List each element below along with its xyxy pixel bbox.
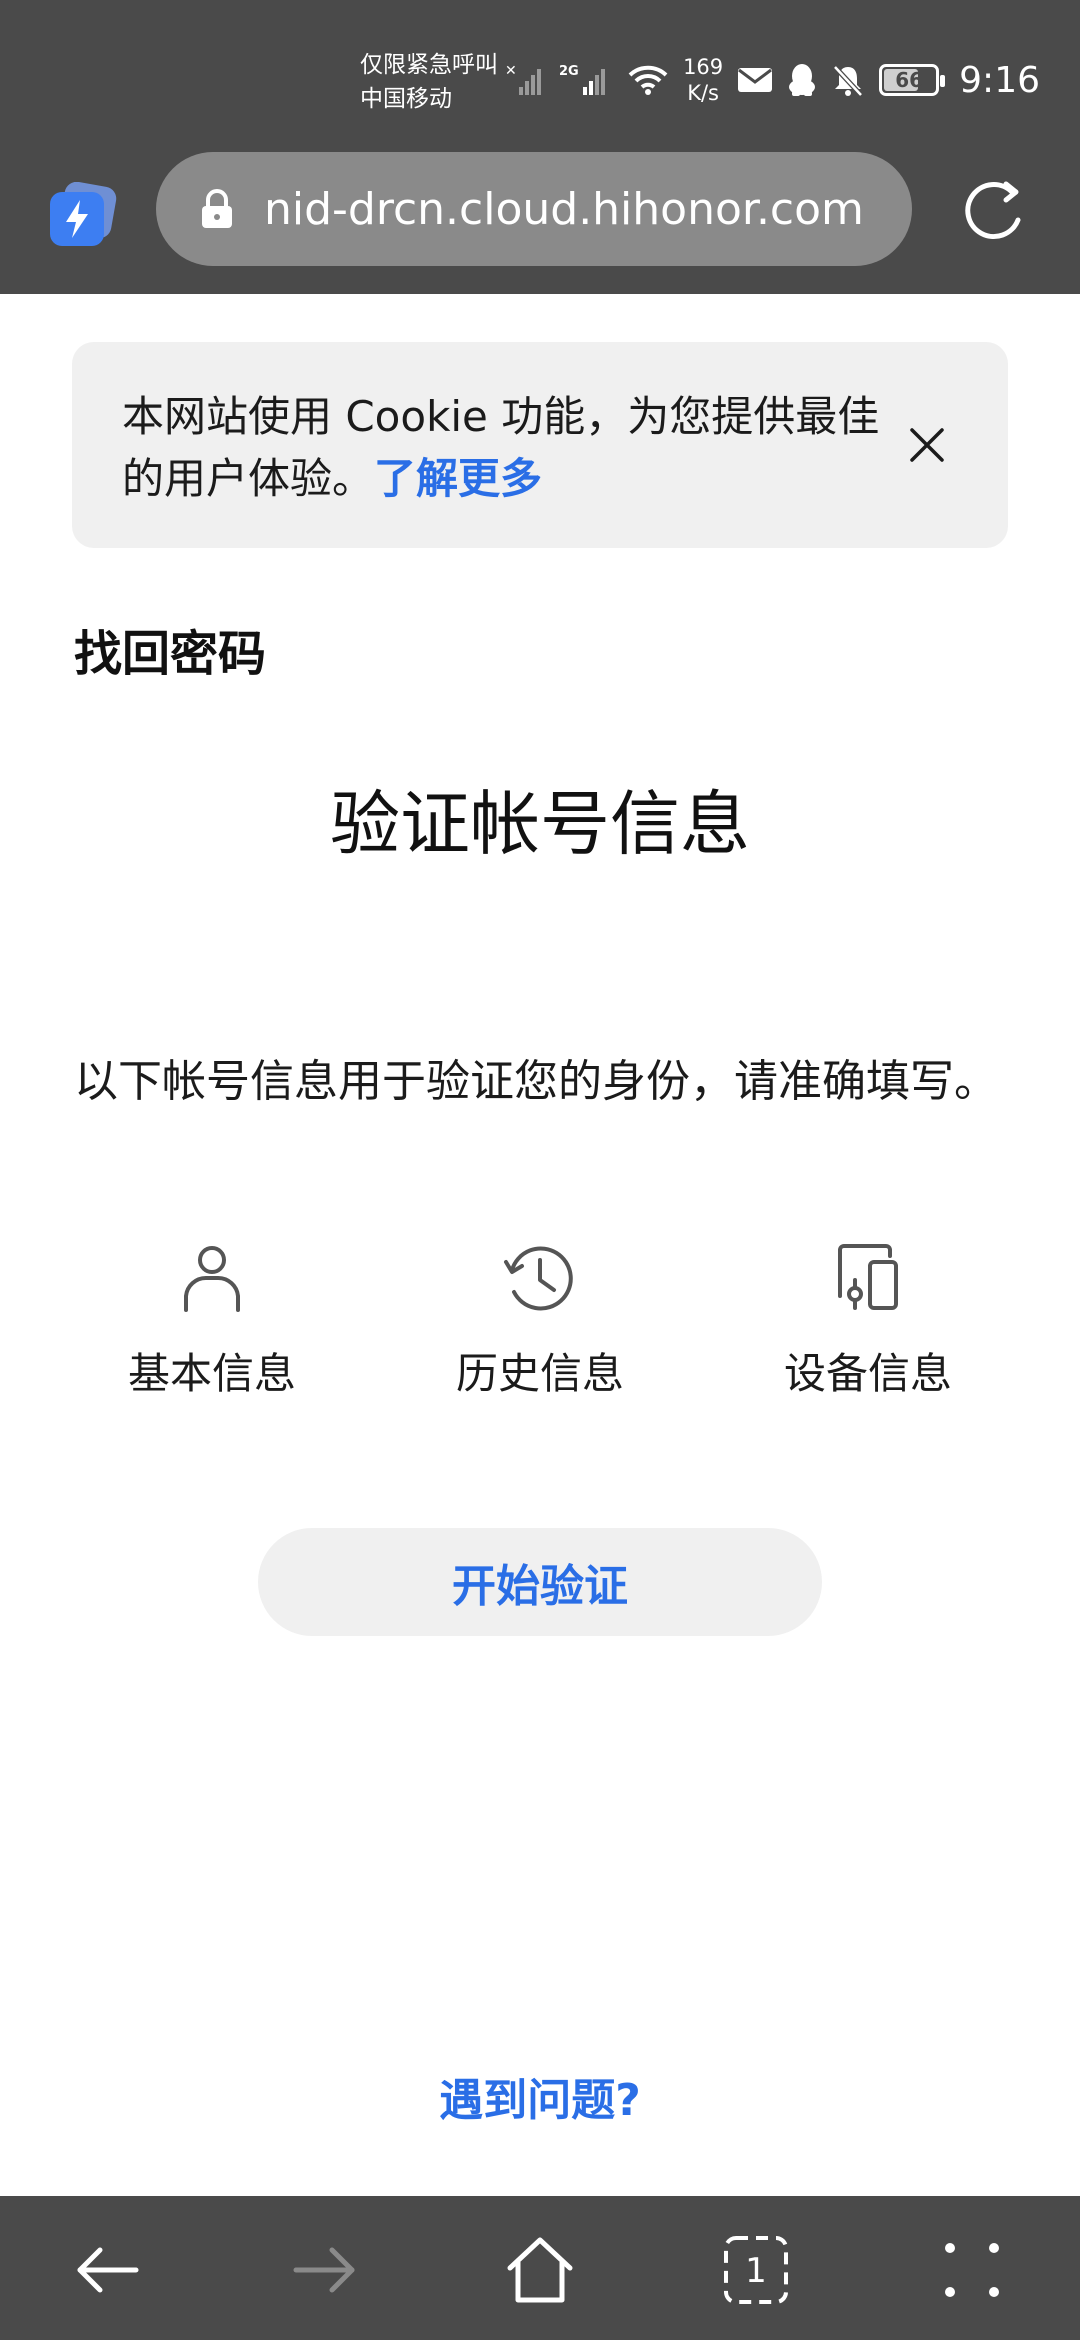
close-icon[interactable]	[906, 424, 948, 466]
svg-text:2G: 2G	[559, 64, 579, 79]
learn-more-link[interactable]: 了解更多	[374, 454, 542, 503]
signal-no-service-icon: ✕	[505, 63, 542, 95]
info-item-history: 历史信息	[410, 1240, 670, 1420]
home-icon	[507, 2237, 573, 2303]
svg-text:✕: ✕	[505, 63, 517, 79]
info-label-history: 历史信息	[455, 1349, 624, 1398]
person-icon	[184, 1246, 240, 1312]
carrier-info: 仅限紧急呼叫 中国移动	[360, 48, 498, 116]
browser-app-icon[interactable]	[48, 182, 118, 246]
info-label-device: 设备信息	[783, 1349, 952, 1398]
signal-2g-icon: 2G	[559, 64, 606, 95]
forward-arrow-icon	[293, 2247, 355, 2293]
url-text[interactable]: nid-drcn.cloud.hihonor.com	[264, 184, 864, 235]
browser-top-bar: 仅限紧急呼叫 中国移动 ✕ 2G 169 K/s 66 9:16 nid-drc…	[0, 0, 1080, 294]
verify-heading: 验证帐号信息	[330, 783, 750, 865]
wifi-icon	[628, 65, 668, 95]
start-verify-button[interactable]: 开始验证	[258, 1528, 822, 1636]
history-icon	[504, 1246, 573, 1311]
status-icons: ✕ 2G 169 K/s 66 9:16	[505, 50, 1040, 110]
help-link[interactable]: 遇到问题?	[0, 2064, 1080, 2128]
devices-icon	[838, 1244, 898, 1310]
network-speed: 169 K/s	[683, 55, 724, 105]
tabs-button[interactable]: 1	[718, 2232, 794, 2308]
more-menu-button[interactable]	[934, 2232, 1010, 2308]
bell-muted-icon	[833, 65, 863, 97]
lock-icon	[202, 189, 232, 228]
page-title: 找回密码	[74, 626, 267, 682]
qq-icon	[789, 64, 816, 96]
info-item-device: 设备信息	[738, 1240, 998, 1420]
info-label-basic: 基本信息	[127, 1349, 296, 1398]
cookie-banner: 本网站使用 Cookie 功能，为您提供最佳的用户体验。了解更多	[72, 342, 1008, 548]
back-arrow-icon	[77, 2247, 139, 2293]
verify-description: 以下帐号信息用于验证您的身份，请准确填写。	[74, 1056, 998, 1107]
carrier-line-emergency: 仅限紧急呼叫	[360, 52, 498, 78]
cookie-notice: 本网站使用 Cookie 功能，为您提供最佳的用户体验。了解更多	[122, 392, 880, 503]
status-bar: 仅限紧急呼叫 中国移动 ✕ 2G 169 K/s 66 9:16	[0, 0, 1080, 150]
info-items: 基本信息 历史信息 设备信息	[0, 1240, 1080, 1420]
status-time: 9:16	[959, 59, 1040, 101]
url-bar[interactable]: nid-drcn.cloud.hihonor.com	[156, 152, 912, 266]
browser-bottom-nav: 1	[0, 2196, 1080, 2340]
more-dots-icon	[945, 2243, 999, 2297]
tab-count: 1	[745, 2251, 767, 2291]
battery-indicator: 66	[879, 64, 946, 96]
mail-icon	[738, 68, 773, 92]
info-item-basic: 基本信息	[82, 1240, 342, 1420]
tabs-icon: 1	[724, 2236, 788, 2304]
carrier-line-name: 中国移动	[360, 86, 452, 112]
home-button[interactable]	[502, 2232, 578, 2308]
reload-button[interactable]	[960, 176, 1030, 246]
back-button[interactable]	[70, 2232, 146, 2308]
forward-button[interactable]	[286, 2232, 362, 2308]
